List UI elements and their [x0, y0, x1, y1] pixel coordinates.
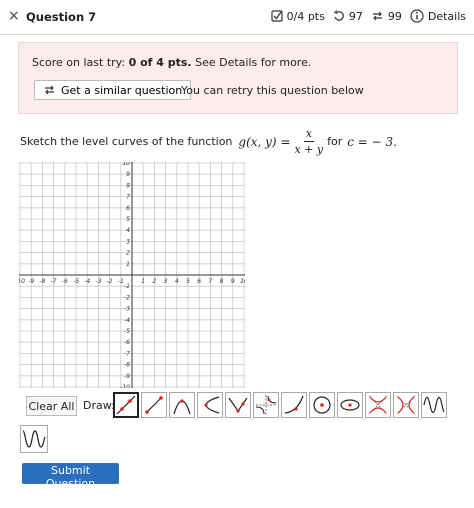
- horizontal-parabola-tool-icon[interactable]: [197, 392, 223, 418]
- function-lhs: g(x, y) =: [238, 134, 291, 149]
- y-tick-label: 3: [126, 238, 130, 245]
- x-tick-label: 1: [141, 278, 145, 285]
- x-tick-label: 4: [175, 278, 179, 285]
- for-text: for: [327, 135, 343, 148]
- swap-icon: [45, 85, 54, 95]
- attempts-count: 97: [348, 9, 363, 23]
- vertical-hyperbola-tool-icon[interactable]: [365, 392, 391, 418]
- x-tick-label: 10: [240, 278, 245, 285]
- clear-all-button[interactable]: Clear All: [26, 396, 77, 416]
- y-tick-label: 9: [126, 171, 130, 178]
- y-tick-label: -2: [124, 294, 130, 301]
- info-icon[interactable]: [410, 9, 424, 23]
- y-tick-label: -5: [124, 328, 130, 335]
- y-tick-label: 5: [126, 216, 130, 223]
- details-link[interactable]: Details: [428, 10, 466, 23]
- y-tick-label: 7: [126, 194, 130, 201]
- x-tick-label: -6: [62, 278, 68, 285]
- retry-icon: [333, 10, 344, 21]
- prompt-lead: Sketch the level curves of the function: [20, 135, 233, 148]
- graph-canvas[interactable]: -10-9-8-7-6-5-4-3-2-11234567891010987654…: [19, 162, 245, 388]
- x-tick-label: -4: [84, 278, 90, 285]
- y-tick-label: -1: [124, 283, 130, 290]
- question-header: × Question 7 0/4 pts 97 99 Details: [0, 0, 474, 35]
- y-tick-label: 8: [126, 182, 130, 189]
- x-tick-label: -1: [118, 278, 124, 285]
- x-tick-label: -10: [19, 278, 25, 285]
- x-tick-label: -9: [28, 278, 34, 285]
- parabola-tool-icon[interactable]: [169, 392, 195, 418]
- score-value: 0 of 4 pts.: [128, 56, 192, 69]
- y-tick-label: -7: [124, 350, 130, 357]
- score-prefix: Score on last try:: [32, 56, 126, 69]
- line-tool-icon[interactable]: [113, 392, 139, 418]
- exponential-tool-icon[interactable]: [281, 392, 307, 418]
- draw-label: Draw:: [83, 399, 115, 412]
- score-line: Score on last try: 0 of 4 pts. See Detai…: [32, 56, 311, 69]
- question-title: Question 7: [26, 10, 97, 24]
- fraction-numerator: x: [303, 127, 314, 142]
- rational-tool-icon[interactable]: [253, 392, 279, 418]
- cosine-tool-icon[interactable]: [20, 425, 48, 453]
- y-tick-label: 2: [126, 250, 130, 257]
- x-tick-label: 5: [186, 278, 190, 285]
- sine-tool-icon[interactable]: [421, 392, 447, 418]
- collapse-icon[interactable]: ×: [8, 8, 20, 24]
- x-tick-label: -3: [95, 278, 101, 285]
- checkbox-icon: [271, 10, 283, 22]
- x-tick-label: 8: [220, 278, 224, 285]
- submit-question-button[interactable]: Submit Question: [22, 463, 119, 490]
- y-tick-label: -8: [124, 362, 130, 369]
- y-tick-label: -9: [124, 373, 130, 380]
- fraction-denominator: x + y: [294, 143, 324, 156]
- y-tick-label: -3: [124, 306, 130, 313]
- y-tick-label: -4: [124, 317, 130, 324]
- score-panel: Score on last try: 0 of 4 pts. See Detai…: [18, 42, 458, 114]
- x-tick-label: 3: [164, 278, 168, 285]
- y-tick-label: 10: [122, 162, 130, 167]
- x-tick-label: 7: [208, 278, 212, 285]
- x-tick-label: -8: [39, 278, 45, 285]
- y-tick-label: 1: [126, 261, 130, 268]
- circle-tool-icon[interactable]: [309, 392, 335, 418]
- score-suffix: See Details for more.: [195, 56, 312, 69]
- ellipse-tool-icon[interactable]: [337, 392, 363, 418]
- submissions-icon: [372, 11, 382, 21]
- x-tick-label: 6: [197, 278, 201, 285]
- y-tick-label: -10: [120, 384, 130, 388]
- x-tick-label: -2: [107, 278, 113, 285]
- submissions-count: 99: [387, 9, 402, 23]
- question-prompt: Sketch the level curves of the function …: [20, 127, 397, 156]
- draw-tools: [113, 392, 449, 418]
- y-tick-label: -6: [124, 339, 130, 346]
- similar-question-label: Get a similar question: [61, 83, 183, 97]
- x-tick-label: -5: [73, 278, 79, 285]
- segment-tool-icon[interactable]: [141, 392, 167, 418]
- x-tick-label: 9: [231, 278, 235, 285]
- y-tick-label: 4: [126, 227, 130, 234]
- retry-text: You can retry this question below: [181, 84, 364, 97]
- question-meta: 0/4 pts 97 99 Details: [271, 9, 466, 23]
- x-tick-label: 2: [152, 278, 156, 285]
- y-tick-label: 6: [126, 205, 130, 212]
- x-tick-label: -7: [51, 278, 57, 285]
- points-label: 0/4 pts: [286, 9, 325, 23]
- c-value: c = − 3.: [347, 134, 397, 149]
- function-fraction: x x + y: [294, 127, 323, 156]
- absolute-value-tool-icon[interactable]: [225, 392, 251, 418]
- similar-question-button[interactable]: Get a similar question: [34, 80, 192, 100]
- horizontal-hyperbola-tool-icon[interactable]: [393, 392, 419, 418]
